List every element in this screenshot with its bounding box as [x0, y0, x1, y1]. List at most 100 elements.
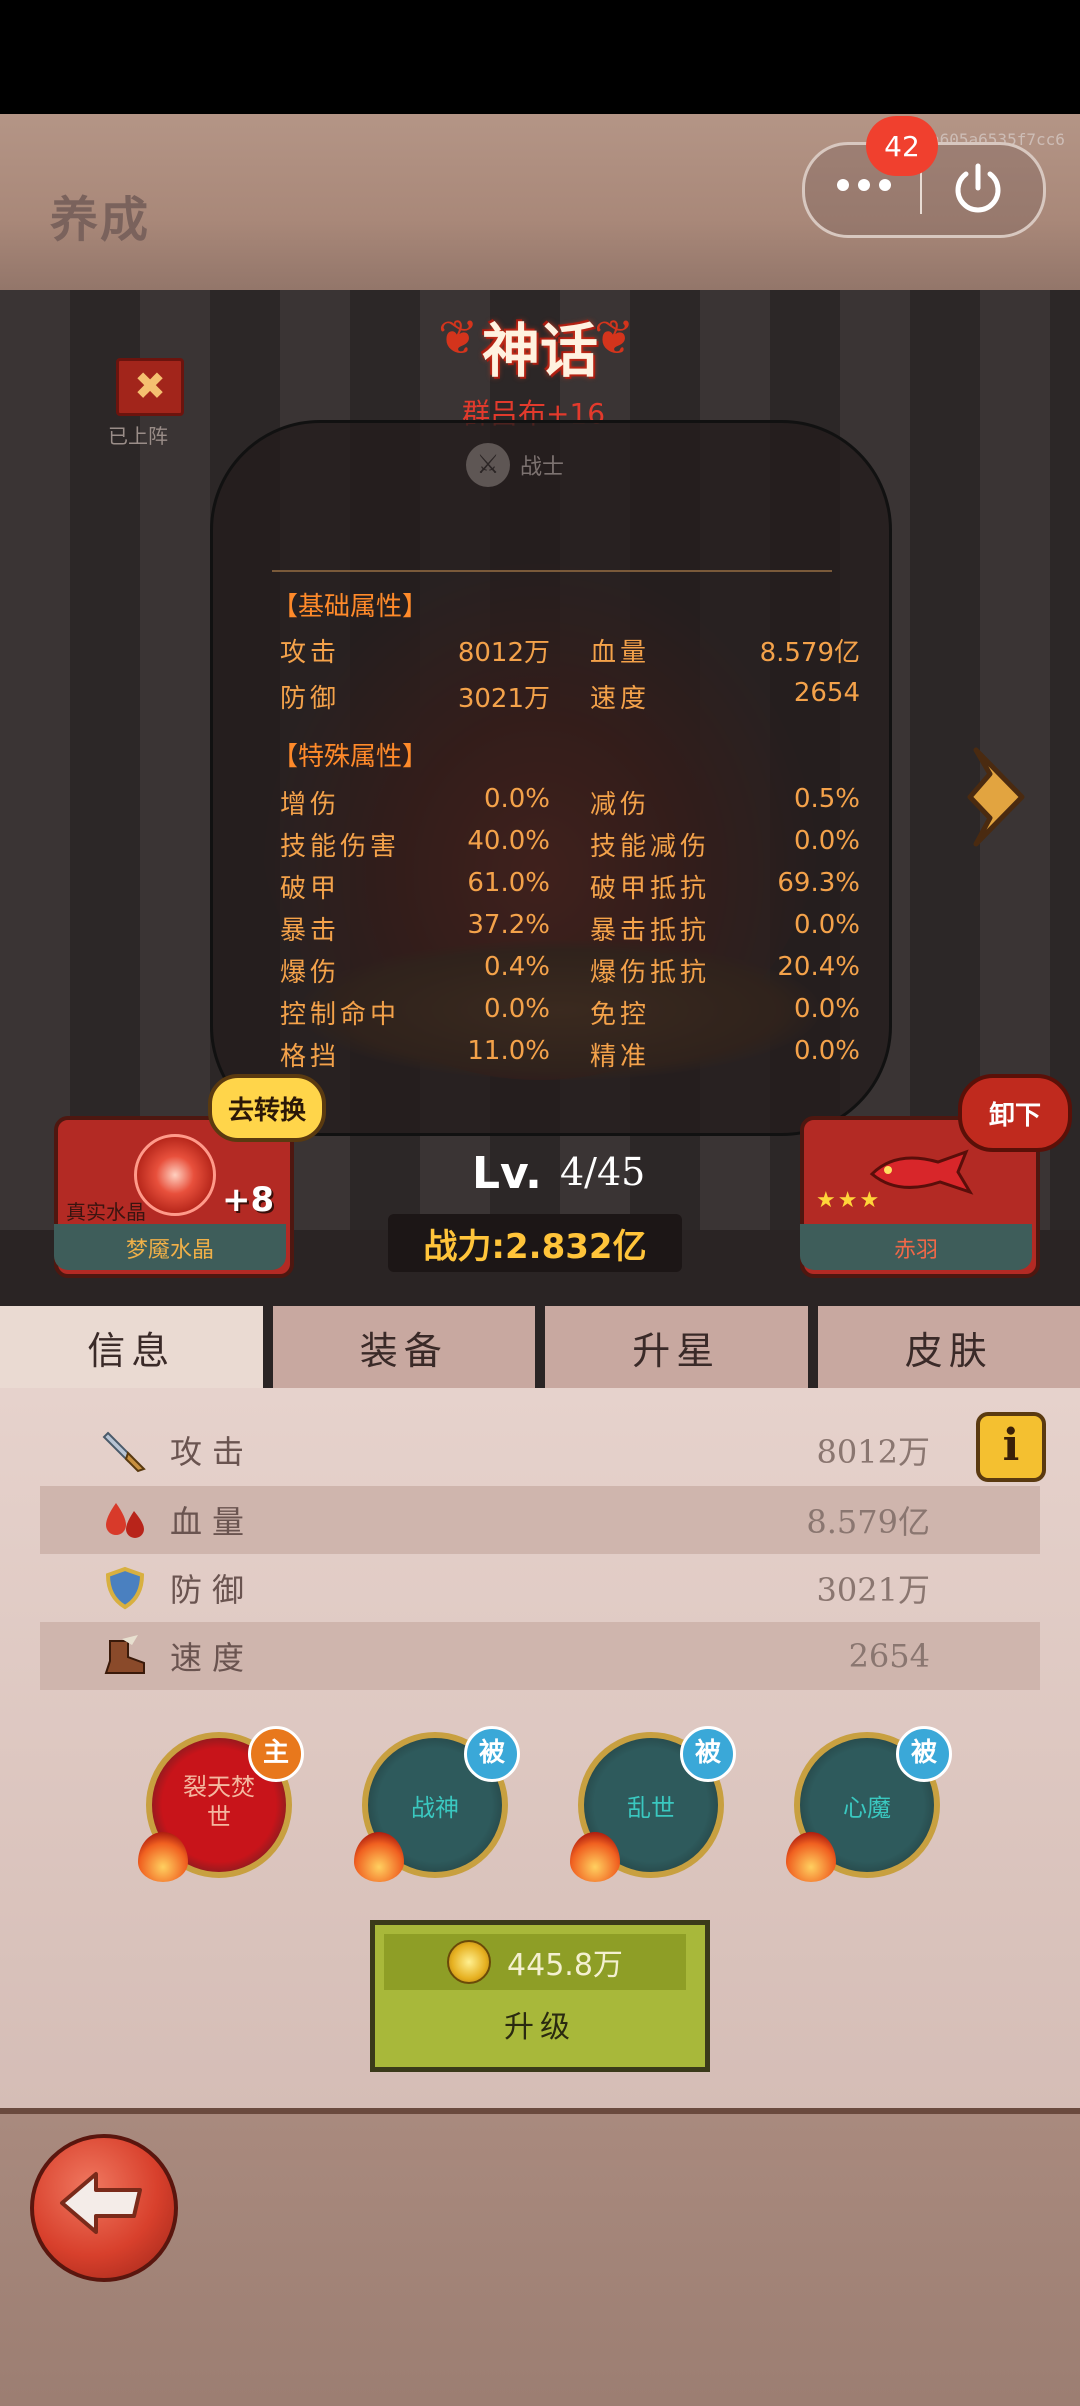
attr-label: 破甲抵抗	[590, 868, 750, 905]
tab-equipment[interactable]: 装备	[273, 1306, 536, 1392]
deployed-label: 已上阵	[108, 420, 168, 449]
attr-row: 控制命中0.0%免控0.0%	[280, 994, 860, 1031]
cost-value: 445.8万	[507, 1940, 623, 1984]
divider	[272, 570, 832, 572]
skill-type-badge: 被	[680, 1726, 736, 1782]
tab-info[interactable]: 信息	[0, 1306, 263, 1388]
attr-value: 0.0%	[750, 910, 860, 947]
stat-value: 2654	[849, 1637, 930, 1675]
boot-icon	[100, 1631, 150, 1681]
flame-icon	[354, 1832, 404, 1882]
axe-icon: ⚔	[466, 443, 510, 487]
footer-bar	[0, 2108, 1080, 2406]
skill-name: 乱世	[584, 1788, 718, 1823]
attr-label: 减伤	[590, 784, 750, 821]
flame-icon	[570, 1832, 620, 1882]
skill-passive-1[interactable]: 战神 被	[362, 1732, 508, 1878]
attr-value: 0.5%	[750, 784, 860, 821]
attr-value: 69.3%	[750, 868, 860, 905]
stat-row-hp: 血量 8.579亿	[40, 1486, 1040, 1554]
skill-passive-3[interactable]: 心魔 被	[794, 1732, 940, 1878]
attr-label: 攻击	[280, 632, 450, 669]
skill-active[interactable]: 裂天焚世 主	[146, 1732, 292, 1878]
notification-badge: 42	[866, 116, 938, 176]
attr-value: 0.0%	[450, 784, 550, 821]
shield-icon	[100, 1563, 150, 1613]
attr-value: 37.2%	[450, 910, 550, 947]
crystal-subtitle: 真实水晶	[66, 1196, 146, 1225]
attr-label: 血量	[590, 632, 750, 669]
special-attr-title: 【特殊属性】	[272, 736, 428, 773]
sword-icon	[100, 1425, 150, 1475]
unequip-button[interactable]: 卸下	[958, 1074, 1072, 1152]
tab-bar: 信息 装备 升星 皮肤	[0, 1306, 1080, 1388]
attr-value: 8012万	[450, 632, 550, 669]
tab-star-up[interactable]: 升星	[545, 1306, 808, 1392]
attr-label: 控制命中	[280, 994, 450, 1031]
skill-type-badge: 主	[248, 1726, 304, 1782]
pet-star-rating: ★★★	[816, 1188, 881, 1213]
attr-value: 0.0%	[750, 1036, 860, 1073]
attr-value: 0.4%	[450, 952, 550, 989]
attr-label: 技能伤害	[280, 826, 450, 863]
skill-name: 心魔	[800, 1788, 934, 1823]
tab-skin[interactable]: 皮肤	[818, 1306, 1080, 1392]
skill-type-badge: 被	[464, 1726, 520, 1782]
attr-value: 0.0%	[750, 994, 860, 1031]
fish-pet-icon	[866, 1140, 976, 1200]
crystal-swirl-icon	[134, 1134, 216, 1216]
attr-row: 增伤0.0% 减伤0.5%	[280, 784, 860, 821]
attr-value: 0.0%	[450, 994, 550, 1031]
deployed-flag-icon: ✖	[116, 358, 184, 416]
attr-label: 格挡	[280, 1036, 450, 1073]
stat-value: 8012万	[817, 1427, 930, 1473]
attr-value: 11.0%	[450, 1036, 550, 1073]
crystal-level: +8	[222, 1180, 274, 1220]
stat-value: 8.579亿	[806, 1497, 930, 1543]
attr-label: 暴击	[280, 910, 450, 947]
power-icon[interactable]	[948, 158, 1008, 218]
attr-value: 8.579亿	[750, 632, 860, 669]
attr-value: 3021万	[450, 678, 550, 715]
skill-name: 战神	[368, 1788, 502, 1823]
back-arrow-icon	[56, 2168, 146, 2238]
next-hero-arrow-icon[interactable]	[962, 742, 1032, 852]
swap-button[interactable]: 去转换	[208, 1074, 326, 1142]
rarity-title: 神话	[440, 304, 640, 388]
attr-label: 爆伤抵抗	[590, 952, 750, 989]
attr-label: 爆伤	[280, 952, 450, 989]
skill-passive-2[interactable]: 乱世 被	[578, 1732, 724, 1878]
stat-label: 血量	[170, 1497, 370, 1543]
combat-power: 战力:2.832亿	[388, 1214, 682, 1272]
stat-label: 攻击	[170, 1427, 370, 1473]
stat-label: 防御	[170, 1565, 370, 1611]
flame-icon	[138, 1832, 188, 1882]
pet-name: 赤羽	[800, 1232, 1032, 1264]
attr-label: 破甲	[280, 868, 450, 905]
stat-row-speed: 速度 2654	[40, 1622, 1040, 1690]
attr-row: 破甲61.0%破甲抵抗69.3%	[280, 868, 860, 905]
coin-icon	[447, 1940, 491, 1984]
page-title: 养成	[50, 180, 150, 250]
attr-value: 40.0%	[450, 826, 550, 863]
stat-row-attack: 攻击 8012万	[40, 1416, 1040, 1484]
attr-row: 格挡11.0% 精准0.0%	[280, 1036, 860, 1073]
stat-row-defense: 防御 3021万	[40, 1554, 1040, 1622]
class-label: 战士	[520, 449, 564, 481]
attr-row: 暴击37.2% 暴击抵抗0.0%	[280, 910, 860, 947]
flame-icon	[786, 1832, 836, 1882]
blood-icon	[100, 1495, 150, 1545]
upgrade-cost: 445.8万	[384, 1934, 686, 1990]
attr-value: 20.4%	[750, 952, 860, 989]
hero-class: ⚔ 战士	[466, 440, 606, 490]
attr-label: 暴击抵抗	[590, 910, 750, 947]
crystal-name: 梦魇水晶	[54, 1232, 286, 1264]
attr-label: 精准	[590, 1036, 750, 1073]
attr-label: 增伤	[280, 784, 450, 821]
attr-row: 技能伤害40.0%技能减伤0.0%	[280, 826, 860, 863]
attr-row: 爆伤0.4% 爆伤抵抗20.4%	[280, 952, 860, 989]
status-bar	[0, 0, 1080, 114]
level-value: 4/45	[560, 1150, 645, 1194]
skill-type-badge: 被	[896, 1726, 952, 1782]
skill-name: 裂天焚世	[179, 1772, 259, 1832]
